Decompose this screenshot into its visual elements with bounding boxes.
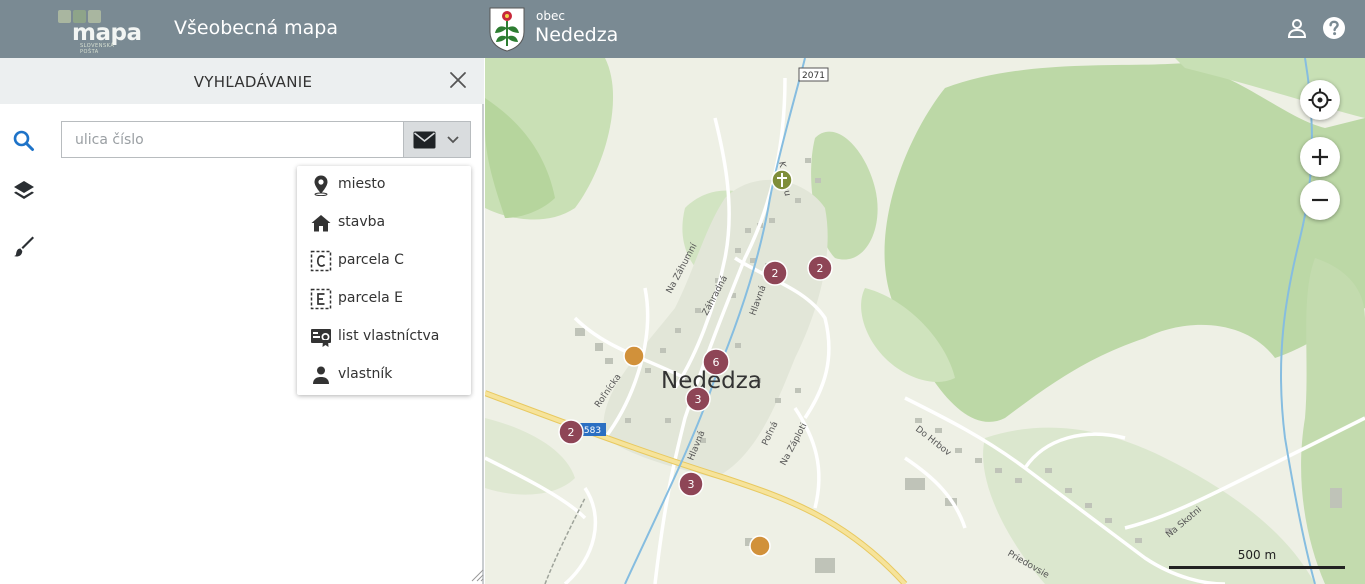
municipality-crest-icon xyxy=(489,7,525,52)
municipality-label: obec xyxy=(536,9,565,23)
svg-text:6: 6 xyxy=(713,356,720,369)
close-icon[interactable] xyxy=(448,70,468,90)
zoom-in-button[interactable] xyxy=(1300,137,1340,177)
top-bar: mapa SLOVENSKÁ POŠTA Všeobecná mapa obec… xyxy=(0,0,1365,58)
logo-subtext: SLOVENSKÁ POŠTA xyxy=(80,43,115,55)
ownership-sheet-icon xyxy=(311,329,331,347)
dropdown-item-miesto[interactable]: miesto xyxy=(297,166,471,204)
chevron-down-icon xyxy=(447,136,459,144)
cluster-marker: 2 xyxy=(558,419,584,445)
tool-sidebar xyxy=(0,58,48,584)
parcel-c-icon xyxy=(310,250,332,272)
municipality-name: Nededza xyxy=(535,24,619,46)
svg-text:2: 2 xyxy=(568,426,575,439)
dropdown-item-stavba[interactable]: stavba xyxy=(297,204,471,242)
cluster-marker: 2 xyxy=(762,260,788,286)
dropdown-item-parcela-e[interactable]: parcela E xyxy=(297,280,471,318)
user-icon[interactable] xyxy=(1285,16,1309,40)
dropdown-item-label: miesto xyxy=(338,176,386,192)
brush-icon[interactable] xyxy=(10,232,38,260)
svg-text:3: 3 xyxy=(695,393,702,406)
location-pin-icon xyxy=(314,175,328,196)
scale-line xyxy=(1169,566,1345,569)
locate-button[interactable] xyxy=(1300,80,1340,120)
dropdown-item-label: parcela E xyxy=(338,290,403,306)
parcel-e-icon xyxy=(310,288,332,310)
search-input[interactable] xyxy=(61,121,404,158)
panel-header: VYHĽADÁVANIE xyxy=(48,58,484,104)
app-title: Všeobecná mapa xyxy=(174,17,338,39)
map-base-layer: 2071 583 Na Záhumní Záhradná Hlavná Roľn… xyxy=(485,58,1365,584)
minus-icon xyxy=(1312,198,1328,202)
dropdown-item-list-vlastnictva[interactable]: list vlastníctva xyxy=(297,318,471,356)
mapa-logo[interactable]: mapa SLOVENSKÁ POŠTA xyxy=(58,10,142,55)
layers-icon[interactable] xyxy=(10,177,38,205)
scale-bar: 500 m xyxy=(1169,548,1345,570)
sidebar-header-strip xyxy=(0,58,48,104)
plus-icon xyxy=(1312,149,1328,165)
svg-text:2: 2 xyxy=(772,267,779,280)
house-icon xyxy=(311,215,331,232)
poi-marker xyxy=(749,535,771,557)
map-canvas[interactable]: 2071 583 Na Záhumní Záhradná Hlavná Roľn… xyxy=(485,58,1365,584)
dropdown-item-label: stavba xyxy=(338,214,386,230)
dropdown-item-parcela-c[interactable]: parcela C xyxy=(297,242,471,280)
road-number-badge: 2071 xyxy=(798,67,829,82)
resize-grip-icon[interactable] xyxy=(468,566,484,582)
svg-text:2: 2 xyxy=(817,262,824,275)
envelope-icon xyxy=(413,131,436,149)
svg-text:583: 583 xyxy=(584,426,601,436)
help-icon[interactable] xyxy=(1322,16,1346,40)
panel-title: VYHĽADÁVANIE xyxy=(193,73,313,91)
search-icon[interactable] xyxy=(10,127,38,155)
cluster-marker: 6 xyxy=(702,348,730,376)
cluster-marker: 2 xyxy=(807,255,833,281)
search-type-dropdown: miesto stavba parcela C parcela E list v… xyxy=(297,166,471,395)
svg-text:3: 3 xyxy=(688,478,695,491)
church-marker-icon xyxy=(771,169,793,191)
dropdown-item-label: vlastník xyxy=(338,366,393,382)
cluster-marker: 3 xyxy=(685,386,711,412)
dropdown-item-vlastnik[interactable]: vlastník xyxy=(297,356,471,394)
zoom-out-button[interactable] xyxy=(1300,180,1340,220)
crosshair-icon xyxy=(1308,88,1332,112)
poi-marker xyxy=(623,345,645,367)
svg-text:2071: 2071 xyxy=(802,71,825,81)
cluster-marker: 3 xyxy=(678,471,704,497)
person-icon xyxy=(313,366,329,384)
dropdown-item-label: parcela C xyxy=(338,252,404,268)
dropdown-item-label: list vlastníctva xyxy=(338,328,440,344)
search-type-selector[interactable] xyxy=(403,121,471,158)
scale-label: 500 m xyxy=(1237,548,1277,562)
